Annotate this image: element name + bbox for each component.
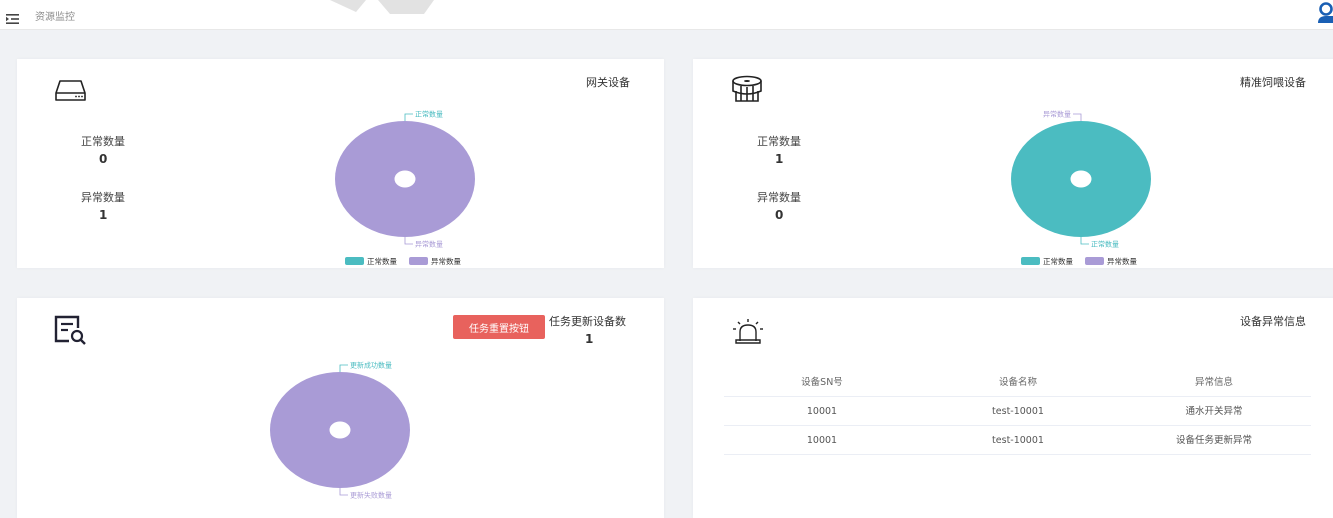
tab-bar-shadow xyxy=(330,0,434,14)
pie-slice-label: 更新失败数量 xyxy=(350,491,392,500)
pie-center-hole xyxy=(394,170,416,188)
pie-center-hole xyxy=(329,421,351,439)
column-header: 异常信息 xyxy=(1194,377,1233,388)
legend-label: 异常数量 xyxy=(1107,256,1137,266)
top-bar: 资源监控 xyxy=(0,0,1333,30)
table-cell: 通水开关异常 xyxy=(1185,406,1243,417)
gateway-pie-chart: 正常数量异常数量正常数量 异常数量 xyxy=(335,110,475,266)
feeder-card: 精准饲喂设备 正常数量 1 异常数量 0 异常数量 正常数量 正常数量 异常数量 xyxy=(693,59,1333,268)
task-update-pie-chart: 更新成功数量更新失败数量 xyxy=(270,361,410,500)
pie-slice-label: 更新成功数量 xyxy=(350,361,392,370)
breadcrumb[interactable]: 资源监控 xyxy=(35,8,75,23)
pie-slice-label: 正常数量 xyxy=(415,110,443,119)
pie-slice-label: 异常数量 xyxy=(415,240,443,249)
column-header: 设备名称 xyxy=(998,377,1037,388)
pie-slice-label: 异常数量 xyxy=(1043,110,1071,119)
table-cell: test-10001 xyxy=(992,435,1044,446)
card-title: 设备异常信息 xyxy=(1240,315,1306,328)
pie-label-line xyxy=(404,113,413,121)
pie-center-hole xyxy=(1070,170,1092,188)
table-cell: test-10001 xyxy=(992,406,1044,417)
legend-swatch xyxy=(1085,257,1104,265)
legend-swatch xyxy=(409,257,428,265)
pie-label-line xyxy=(1080,237,1089,245)
legend-swatch xyxy=(1021,257,1040,265)
legend-label: 正常数量 xyxy=(367,256,397,266)
pie-label-line xyxy=(339,364,348,372)
legend-label: 异常数量 xyxy=(431,256,461,266)
feeder-pie-chart: 异常数量正常数量正常数量 异常数量 xyxy=(1011,110,1151,266)
pie-label-line xyxy=(1073,113,1082,121)
legend-swatch xyxy=(345,257,364,265)
table-cell: 10001 xyxy=(806,435,838,446)
pie-label-line xyxy=(339,488,348,496)
task-update-card: 任务重置按钮 任务更新设备数 1 更新成功数量 更新失败数量 xyxy=(17,298,664,518)
legend-label: 正常数量 xyxy=(1043,256,1073,266)
device-exception-card: 设备异常信息 设备SN号 设备名称 异常信息 10001 test-10001 … xyxy=(693,298,1333,518)
alarm-icon xyxy=(733,318,763,348)
device-exception-table: 设备SN号 设备名称 异常信息 10001 test-10001 通水开关异常 … xyxy=(724,368,1311,455)
pie-label-line xyxy=(404,237,413,245)
menu-fold-icon[interactable] xyxy=(6,9,19,28)
pie-slice-label: 正常数量 xyxy=(1091,240,1119,249)
table-header-row: 设备SN号 设备名称 异常信息 xyxy=(724,368,1311,397)
table-row: 10001 test-10001 设备任务更新异常 xyxy=(724,426,1311,455)
table-cell: 10001 xyxy=(806,406,838,417)
table-cell: 设备任务更新异常 xyxy=(1175,435,1252,446)
table-row: 10001 test-10001 通水开关异常 xyxy=(724,397,1311,426)
column-header: 设备SN号 xyxy=(801,377,843,388)
user-icon[interactable] xyxy=(1317,2,1333,28)
gateway-card: 网关设备 正常数量 0 异常数量 1 正常数量 异常数量 正常数量 异常数量 xyxy=(17,59,664,268)
